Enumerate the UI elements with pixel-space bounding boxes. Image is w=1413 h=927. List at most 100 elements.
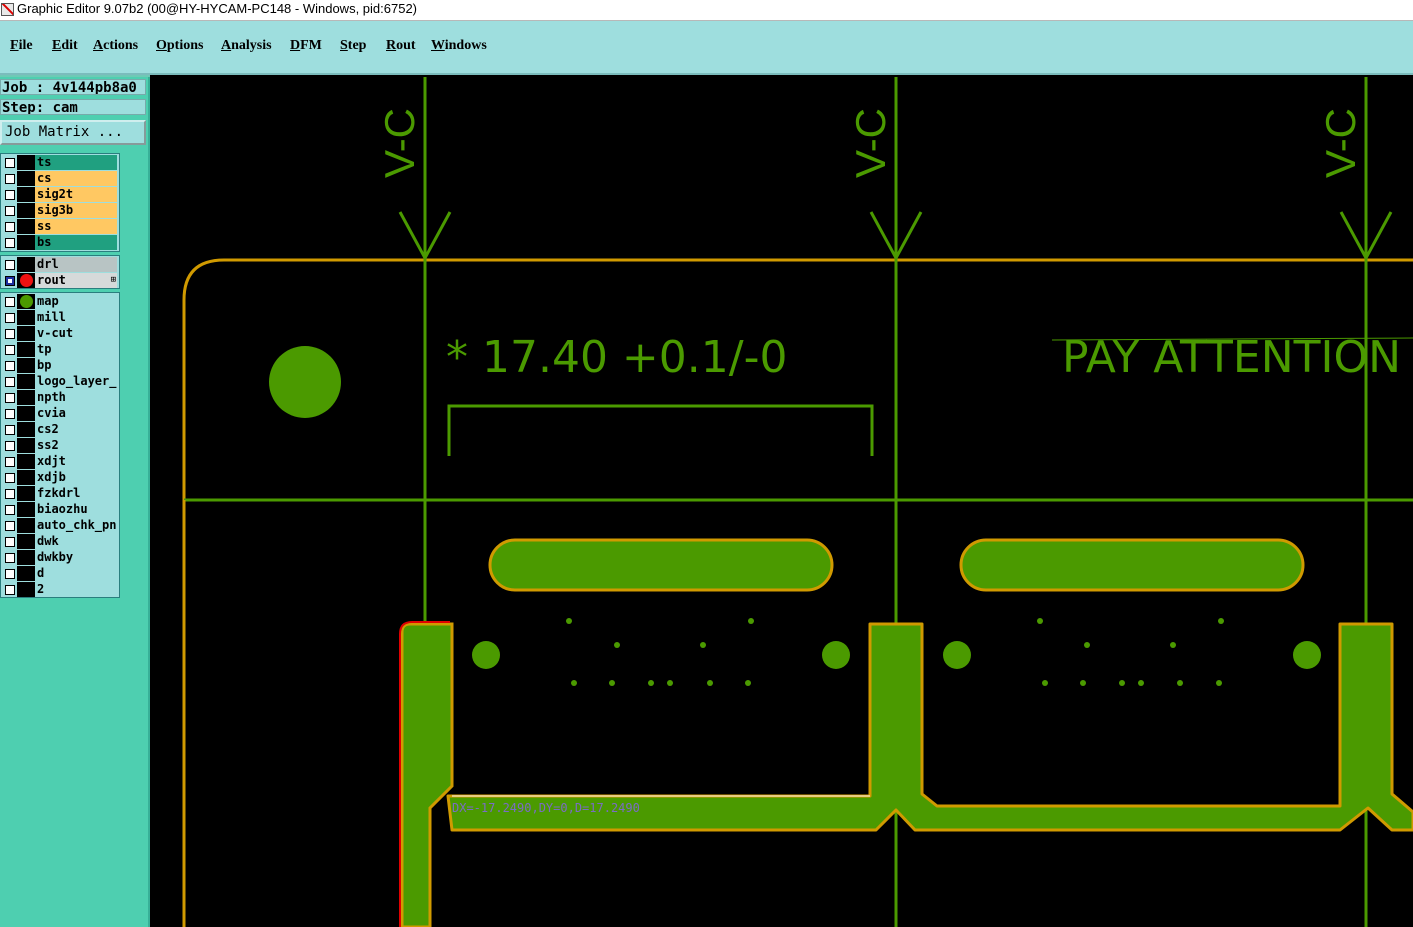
menu-edit[interactable]: Edit <box>52 38 78 54</box>
layer-row-sig3b[interactable]: sig3b <box>1 203 119 218</box>
layer-checkbox[interactable] <box>5 505 15 515</box>
layer-color-swatch[interactable] <box>17 203 35 218</box>
menu-analysis[interactable]: Analysis <box>221 38 272 54</box>
layer-checkbox[interactable] <box>5 409 15 419</box>
layer-color-swatch[interactable] <box>17 235 35 250</box>
layer-color-swatch[interactable] <box>17 422 35 437</box>
layer-color-swatch[interactable] <box>17 470 35 485</box>
layer-row-cs[interactable]: cs <box>1 171 119 186</box>
layer-affected-icon[interactable] <box>20 295 33 308</box>
menu-options[interactable]: Options <box>156 38 203 54</box>
layer-color-swatch[interactable] <box>17 155 35 170</box>
layer-color-swatch[interactable] <box>17 171 35 186</box>
layer-checkbox[interactable] <box>5 313 15 323</box>
layer-checkbox[interactable] <box>5 174 15 184</box>
layer-checkbox[interactable] <box>5 329 15 339</box>
layer-row-dwk[interactable]: dwk <box>1 534 119 549</box>
layer-row-map[interactable]: map <box>1 294 119 309</box>
menu-file[interactable]: File <box>10 38 33 54</box>
layer-checkbox[interactable] <box>5 473 15 483</box>
layer-row-xdjb[interactable]: xdjb <box>1 470 119 485</box>
layer-name[interactable]: tp <box>35 342 117 357</box>
layer-color-swatch[interactable] <box>17 374 35 389</box>
layer-row-v-cut[interactable]: v-cut <box>1 326 119 341</box>
layer-checkbox[interactable] <box>5 521 15 531</box>
layer-affected-icon[interactable] <box>20 274 33 287</box>
layer-color-swatch[interactable] <box>17 326 35 341</box>
layer-color-swatch[interactable] <box>17 582 35 597</box>
layer-row-rout[interactable]: rout ⊞ <box>1 273 119 288</box>
layer-checkbox[interactable] <box>5 190 15 200</box>
layer-checkbox[interactable] <box>5 377 15 387</box>
layer-row-ss2[interactable]: ss2 <box>1 438 119 453</box>
layer-checkbox[interactable] <box>5 297 15 307</box>
layer-row-fzkdrl[interactable]: fzkdrl <box>1 486 119 501</box>
layer-color-swatch[interactable] <box>17 406 35 421</box>
layer-color-swatch[interactable] <box>17 310 35 325</box>
layer-row-d[interactable]: d <box>1 566 119 581</box>
layer-checkbox[interactable] <box>5 425 15 435</box>
layer-checkbox[interactable] <box>5 222 15 232</box>
layer-checkbox[interactable] <box>5 489 15 499</box>
layer-color-swatch[interactable] <box>17 566 35 581</box>
layer-name[interactable]: biaozhu <box>35 502 117 517</box>
layer-color-swatch[interactable] <box>17 257 35 272</box>
layer-color-swatch[interactable] <box>17 438 35 453</box>
layer-row-mill[interactable]: mill <box>1 310 119 325</box>
layer-row-xdjt[interactable]: xdjt <box>1 454 119 469</box>
layer-checkbox[interactable] <box>5 276 15 286</box>
layer-color-swatch[interactable] <box>17 187 35 202</box>
layer-color-swatch[interactable] <box>17 454 35 469</box>
layer-name[interactable]: cs2 <box>35 422 117 437</box>
layer-name[interactable]: 2 <box>35 582 117 597</box>
layer-name[interactable]: rout <box>35 273 117 288</box>
layer-name[interactable]: xdjt <box>35 454 117 469</box>
layer-row-bs[interactable]: bs <box>1 235 119 250</box>
layer-color-swatch[interactable] <box>17 219 35 234</box>
layer-name[interactable]: dwkby <box>35 550 117 565</box>
layer-checkbox[interactable] <box>5 537 15 547</box>
layer-color-swatch[interactable] <box>17 502 35 517</box>
layer-row-biaozhu[interactable]: biaozhu <box>1 502 119 517</box>
layer-row-auto_chk_pnl[interactable]: auto_chk_pnl <box>1 518 119 533</box>
layer-checkbox[interactable] <box>5 457 15 467</box>
menu-step[interactable]: Step <box>340 38 366 54</box>
layer-name[interactable]: sig3b <box>35 203 117 218</box>
layer-checkbox[interactable] <box>5 345 15 355</box>
layer-name[interactable]: ss <box>35 219 117 234</box>
layer-color-swatch[interactable] <box>17 390 35 405</box>
layer-name[interactable]: cvia <box>35 406 117 421</box>
layer-name[interactable]: mill <box>35 310 117 325</box>
layer-name[interactable]: v-cut <box>35 326 117 341</box>
layer-row-ts[interactable]: ts <box>1 155 119 170</box>
layer-checkbox[interactable] <box>5 206 15 216</box>
layer-row-bp[interactable]: bp <box>1 358 119 373</box>
layer-color-swatch[interactable] <box>17 518 35 533</box>
layer-row-drl[interactable]: drl <box>1 257 119 272</box>
layer-checkbox[interactable] <box>5 158 15 168</box>
layer-checkbox[interactable] <box>5 553 15 563</box>
menu-windows[interactable]: Windows <box>431 38 487 54</box>
layer-name[interactable]: fzkdrl <box>35 486 117 501</box>
layer-checkbox[interactable] <box>5 441 15 451</box>
layer-color-swatch[interactable] <box>17 534 35 549</box>
layer-name[interactable]: ts <box>35 155 117 170</box>
layer-row-logo_layer_c[interactable]: logo_layer_c <box>1 374 119 389</box>
menu-rout[interactable]: Rout <box>386 38 416 54</box>
layer-row-npth[interactable]: npth <box>1 390 119 405</box>
layer-name[interactable]: bs <box>35 235 117 250</box>
menu-dfm[interactable]: DFM <box>290 38 322 54</box>
layer-name[interactable]: bp <box>35 358 117 373</box>
layer-row-ss[interactable]: ss <box>1 219 119 234</box>
job-matrix-button[interactable]: Job Matrix ... <box>0 120 146 145</box>
layer-color-swatch[interactable] <box>17 358 35 373</box>
layer-checkbox[interactable] <box>5 393 15 403</box>
layer-checkbox[interactable] <box>5 260 15 270</box>
layer-checkbox[interactable] <box>5 569 15 579</box>
layer-name[interactable]: sig2t <box>35 187 117 202</box>
layer-name[interactable]: logo_layer_c <box>35 374 117 389</box>
layer-name[interactable]: npth <box>35 390 117 405</box>
layer-row-cvia[interactable]: cvia <box>1 406 119 421</box>
layer-row-cs2[interactable]: cs2 <box>1 422 119 437</box>
layer-name[interactable]: d <box>35 566 117 581</box>
